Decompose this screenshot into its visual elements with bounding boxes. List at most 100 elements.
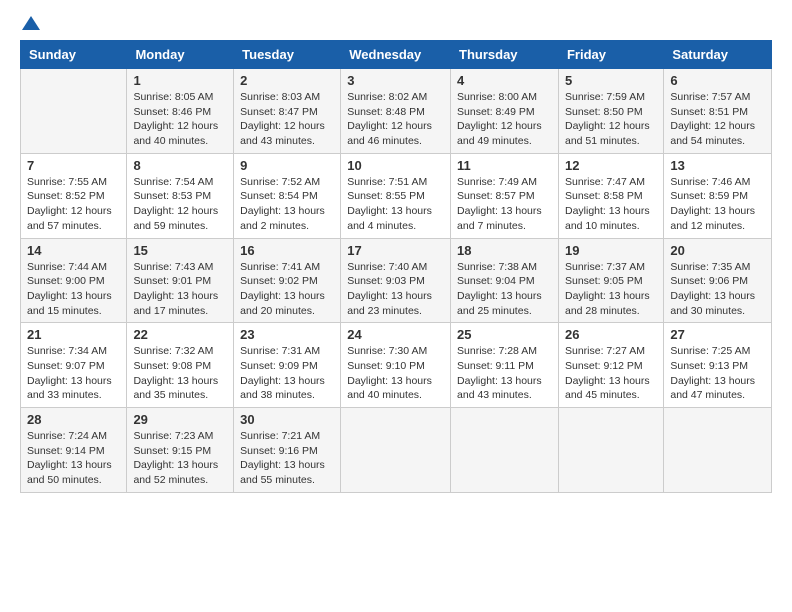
day-number: 28 — [27, 412, 120, 427]
calendar-cell: 27 Sunrise: 7:25 AM Sunset: 9:13 PM Dayli… — [664, 323, 772, 408]
calendar-cell: 6 Sunrise: 7:57 AM Sunset: 8:51 PM Daylig… — [664, 69, 772, 154]
day-info: Sunrise: 7:57 AM Sunset: 8:51 PM Dayligh… — [670, 90, 765, 149]
day-number: 14 — [27, 243, 120, 258]
day-number: 12 — [565, 158, 657, 173]
day-info: Sunrise: 7:52 AM Sunset: 8:54 PM Dayligh… — [240, 175, 334, 234]
header-cell-thursday: Thursday — [451, 41, 559, 69]
day-info: Sunrise: 7:34 AM Sunset: 9:07 PM Dayligh… — [27, 344, 120, 403]
header-row: SundayMondayTuesdayWednesdayThursdayFrid… — [21, 41, 772, 69]
day-number: 5 — [565, 73, 657, 88]
day-info: Sunrise: 7:28 AM Sunset: 9:11 PM Dayligh… — [457, 344, 552, 403]
day-info: Sunrise: 7:23 AM Sunset: 9:15 PM Dayligh… — [133, 429, 227, 488]
calendar-cell: 20Sunrise: 7:35 AM Sunset: 9:06 PM Dayli… — [664, 238, 772, 323]
calendar-cell: 19 Sunrise: 7:37 AM Sunset: 9:05 PM Dayli… — [558, 238, 663, 323]
day-info: Sunrise: 7:44 AM Sunset: 9:00 PM Dayligh… — [27, 260, 120, 319]
calendar-cell: 21 Sunrise: 7:34 AM Sunset: 9:07 PM Dayli… — [21, 323, 127, 408]
day-number: 20 — [670, 243, 765, 258]
day-info: Sunrise: 7:32 AM Sunset: 9:08 PM Dayligh… — [133, 344, 227, 403]
day-number: 30 — [240, 412, 334, 427]
day-info: Sunrise: 7:27 AM Sunset: 9:12 PM Dayligh… — [565, 344, 657, 403]
day-number: 13 — [670, 158, 765, 173]
day-info: Sunrise: 7:49 AM Sunset: 8:57 PM Dayligh… — [457, 175, 552, 234]
calendar-cell: 7 Sunrise: 7:55 AM Sunset: 8:52 PM Daylig… — [21, 153, 127, 238]
logo — [20, 20, 40, 30]
day-number: 8 — [133, 158, 227, 173]
calendar-cell: 28 Sunrise: 7:24 AM Sunset: 9:14 PM Dayli… — [21, 408, 127, 493]
day-number: 10 — [347, 158, 444, 173]
day-info: Sunrise: 7:59 AM Sunset: 8:50 PM Dayligh… — [565, 90, 657, 149]
header-cell-monday: Monday — [127, 41, 234, 69]
week-row-5: 28 Sunrise: 7:24 AM Sunset: 9:14 PM Dayli… — [21, 408, 772, 493]
day-info: Sunrise: 7:55 AM Sunset: 8:52 PM Dayligh… — [27, 175, 120, 234]
day-number: 17 — [347, 243, 444, 258]
day-number: 1 — [133, 73, 227, 88]
day-info: Sunrise: 8:00 AM Sunset: 8:49 PM Dayligh… — [457, 90, 552, 149]
calendar-cell — [558, 408, 663, 493]
calendar-cell: 4 Sunrise: 8:00 AM Sunset: 8:49 PM Daylig… — [451, 69, 559, 154]
calendar-cell: 5 Sunrise: 7:59 AM Sunset: 8:50 PM Daylig… — [558, 69, 663, 154]
day-info: Sunrise: 8:02 AM Sunset: 8:48 PM Dayligh… — [347, 90, 444, 149]
calendar-cell: 26 Sunrise: 7:27 AM Sunset: 9:12 PM Dayli… — [558, 323, 663, 408]
calendar-cell: 9 Sunrise: 7:52 AM Sunset: 8:54 PM Daylig… — [234, 153, 341, 238]
calendar-cell: 23Sunrise: 7:31 AM Sunset: 9:09 PM Dayli… — [234, 323, 341, 408]
day-number: 19 — [565, 243, 657, 258]
day-number: 25 — [457, 327, 552, 342]
calendar-cell: 12 Sunrise: 7:47 AM Sunset: 8:58 PM Dayli… — [558, 153, 663, 238]
day-number: 6 — [670, 73, 765, 88]
calendar-cell: 15Sunrise: 7:43 AM Sunset: 9:01 PM Dayli… — [127, 238, 234, 323]
day-number: 16 — [240, 243, 334, 258]
calendar-cell: 24 Sunrise: 7:30 AM Sunset: 9:10 PM Dayli… — [341, 323, 451, 408]
day-number: 2 — [240, 73, 334, 88]
calendar-cell: 8 Sunrise: 7:54 AM Sunset: 8:53 PM Daylig… — [127, 153, 234, 238]
day-number: 22 — [133, 327, 227, 342]
day-info: Sunrise: 7:37 AM Sunset: 9:05 PM Dayligh… — [565, 260, 657, 319]
day-info: Sunrise: 7:54 AM Sunset: 8:53 PM Dayligh… — [133, 175, 227, 234]
day-info: Sunrise: 7:41 AM Sunset: 9:02 PM Dayligh… — [240, 260, 334, 319]
day-info: Sunrise: 7:25 AM Sunset: 9:13 PM Dayligh… — [670, 344, 765, 403]
header-cell-sunday: Sunday — [21, 41, 127, 69]
calendar-table: SundayMondayTuesdayWednesdayThursdayFrid… — [20, 40, 772, 493]
calendar-cell: 22 Sunrise: 7:32 AM Sunset: 9:08 PM Dayli… — [127, 323, 234, 408]
calendar-cell: 14 Sunrise: 7:44 AM Sunset: 9:00 PM Dayli… — [21, 238, 127, 323]
calendar-cell: 10 Sunrise: 7:51 AM Sunset: 8:55 PM Dayli… — [341, 153, 451, 238]
calendar-cell: 2 Sunrise: 8:03 AM Sunset: 8:47 PM Daylig… — [234, 69, 341, 154]
day-number: 9 — [240, 158, 334, 173]
day-info: Sunrise: 8:03 AM Sunset: 8:47 PM Dayligh… — [240, 90, 334, 149]
day-number: 18 — [457, 243, 552, 258]
day-info: Sunrise: 7:46 AM Sunset: 8:59 PM Dayligh… — [670, 175, 765, 234]
calendar-cell: 18 Sunrise: 7:38 AM Sunset: 9:04 PM Dayli… — [451, 238, 559, 323]
day-number: 3 — [347, 73, 444, 88]
calendar-cell: 13 Sunrise: 7:46 AM Sunset: 8:59 PM Dayli… — [664, 153, 772, 238]
day-info: Sunrise: 7:40 AM Sunset: 9:03 PM Dayligh… — [347, 260, 444, 319]
day-number: 23 — [240, 327, 334, 342]
day-number: 24 — [347, 327, 444, 342]
calendar-cell: 1Sunrise: 8:05 AM Sunset: 8:46 PM Daylig… — [127, 69, 234, 154]
calendar-cell — [21, 69, 127, 154]
header-cell-tuesday: Tuesday — [234, 41, 341, 69]
calendar-cell — [664, 408, 772, 493]
day-info: Sunrise: 7:24 AM Sunset: 9:14 PM Dayligh… — [27, 429, 120, 488]
page-header — [20, 20, 772, 30]
day-number: 4 — [457, 73, 552, 88]
day-number: 11 — [457, 158, 552, 173]
calendar-cell: 16 Sunrise: 7:41 AM Sunset: 9:02 PM Dayli… — [234, 238, 341, 323]
header-cell-wednesday: Wednesday — [341, 41, 451, 69]
day-number: 7 — [27, 158, 120, 173]
day-number: 27 — [670, 327, 765, 342]
week-row-4: 21 Sunrise: 7:34 AM Sunset: 9:07 PM Dayli… — [21, 323, 772, 408]
calendar-cell — [451, 408, 559, 493]
calendar-cell: 29 Sunrise: 7:23 AM Sunset: 9:15 PM Dayli… — [127, 408, 234, 493]
day-number: 26 — [565, 327, 657, 342]
logo-icon — [22, 16, 40, 30]
week-row-1: 1Sunrise: 8:05 AM Sunset: 8:46 PM Daylig… — [21, 69, 772, 154]
day-number: 29 — [133, 412, 227, 427]
day-number: 21 — [27, 327, 120, 342]
week-row-2: 7 Sunrise: 7:55 AM Sunset: 8:52 PM Daylig… — [21, 153, 772, 238]
day-info: Sunrise: 7:43 AM Sunset: 9:01 PM Dayligh… — [133, 260, 227, 319]
week-row-3: 14 Sunrise: 7:44 AM Sunset: 9:00 PM Dayli… — [21, 238, 772, 323]
day-info: Sunrise: 7:38 AM Sunset: 9:04 PM Dayligh… — [457, 260, 552, 319]
day-info: Sunrise: 7:30 AM Sunset: 9:10 PM Dayligh… — [347, 344, 444, 403]
day-info: Sunrise: 7:47 AM Sunset: 8:58 PM Dayligh… — [565, 175, 657, 234]
calendar-cell: 30Sunrise: 7:21 AM Sunset: 9:16 PM Dayli… — [234, 408, 341, 493]
day-info: Sunrise: 7:51 AM Sunset: 8:55 PM Dayligh… — [347, 175, 444, 234]
